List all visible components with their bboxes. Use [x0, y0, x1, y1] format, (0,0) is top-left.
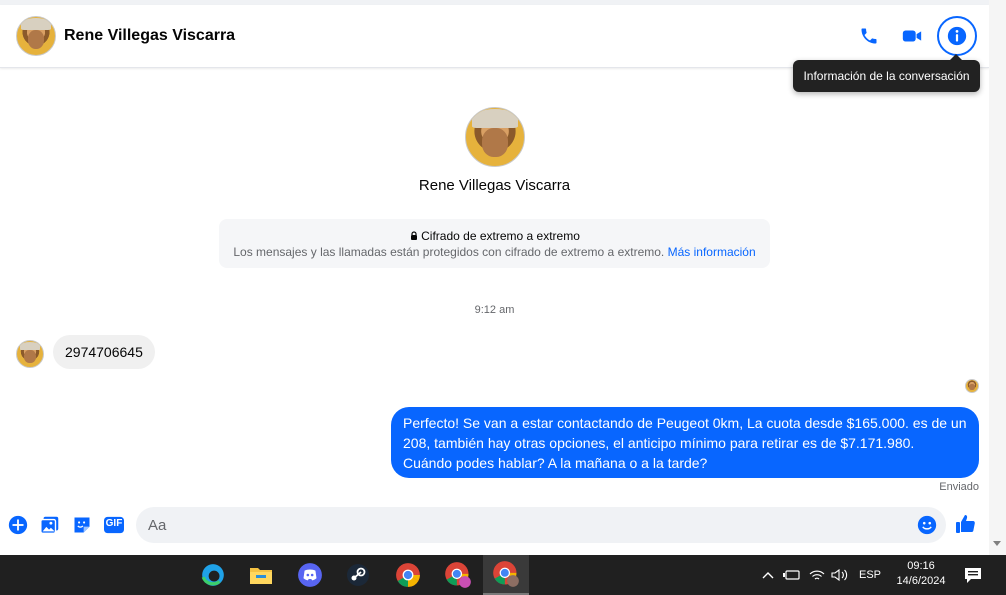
emoji-button[interactable] [915, 513, 939, 537]
file-explorer-icon [250, 568, 272, 584]
sticker-icon [74, 517, 90, 533]
steam-icon [347, 564, 369, 586]
taskbar-chrome[interactable] [385, 555, 431, 595]
clock-date: 14/6/2024 [896, 575, 946, 587]
clock-time: 09:16 [907, 560, 935, 572]
taskbar-file-explorer[interactable] [238, 555, 284, 595]
plus-circle-icon [8, 515, 28, 535]
send-like-button[interactable] [954, 512, 978, 536]
chevron-up-icon [762, 572, 774, 579]
scrollbar[interactable] [989, 0, 1006, 555]
message-input[interactable] [136, 507, 946, 543]
edge-icon [201, 564, 224, 586]
taskbar-chrome-profile-active[interactable] [483, 555, 529, 595]
notification-icon [965, 568, 981, 583]
conversation-header: Rene Villegas Viscarra [0, 5, 989, 68]
windows-taskbar: ESP 09:16 14/6/2024 [0, 555, 1006, 595]
video-call-button[interactable] [892, 16, 932, 56]
chrome-profile-icon [445, 562, 471, 588]
input-language[interactable]: ESP [856, 567, 884, 583]
taskbar-chrome-profile[interactable] [435, 555, 481, 595]
speaker-icon [831, 568, 848, 582]
phone-icon [861, 28, 877, 44]
show-hidden-icons-button[interactable] [760, 567, 776, 583]
wifi-icon [809, 570, 825, 580]
taskbar-discord[interactable] [287, 555, 333, 595]
conversation-info-button[interactable] [937, 16, 977, 56]
lock-icon [411, 231, 418, 240]
incoming-message[interactable]: 2974706645 [53, 335, 155, 369]
battery-icon [783, 570, 800, 580]
gif-label: GIF [105, 518, 123, 529]
system-clock[interactable]: 09:16 14/6/2024 [890, 559, 952, 589]
encryption-description: Los mensajes y las llamadas están proteg… [219, 245, 770, 259]
network-status[interactable] [808, 567, 826, 583]
photo-icon [40, 516, 59, 534]
scroll-down-arrow[interactable] [993, 541, 1001, 546]
seen-indicator-avatar [965, 379, 979, 393]
encryption-title-text: Cifrado de extremo a extremo [421, 229, 580, 243]
battery-status[interactable] [783, 567, 801, 583]
chrome-icon [396, 563, 420, 587]
message-status: Enviado [939, 481, 979, 493]
thumbs-up-icon [956, 515, 975, 533]
profile-avatar[interactable] [465, 107, 525, 167]
notifications-button[interactable] [962, 565, 984, 585]
encryption-notice: Cifrado de extremo a extremo Los mensaje… [219, 219, 770, 268]
voice-call-button[interactable] [849, 16, 889, 56]
encryption-title: Cifrado de extremo a extremo [219, 229, 770, 243]
sticker-button[interactable] [70, 513, 94, 537]
attach-photo-button[interactable] [38, 513, 62, 537]
video-camera-icon [902, 30, 922, 42]
info-icon [947, 26, 967, 46]
volume-control[interactable] [831, 567, 849, 583]
taskbar-edge[interactable] [190, 555, 236, 595]
outgoing-message[interactable]: Perfecto! Se van a estar contactando de … [391, 407, 979, 478]
gif-button[interactable]: GIF [102, 513, 126, 537]
message-timestamp: 9:12 am [474, 304, 515, 316]
message-composer: GIF [0, 505, 989, 545]
more-actions-button[interactable] [6, 513, 30, 537]
taskbar-steam[interactable] [335, 555, 381, 595]
messenger-window: Rene Villegas Viscarra Información de la… [0, 0, 1006, 555]
contact-name[interactable]: Rene Villegas Viscarra [64, 27, 235, 45]
encryption-description-text: Los mensajes y las llamadas están proteg… [233, 245, 665, 259]
more-info-link[interactable]: Más información [668, 245, 756, 259]
discord-icon [298, 563, 322, 587]
emoji-icon [917, 515, 937, 535]
contact-avatar[interactable] [16, 16, 56, 56]
incoming-avatar[interactable] [16, 340, 44, 368]
info-tooltip: Información de la conversación [793, 54, 980, 92]
profile-name: Rene Villegas Viscarra [418, 177, 571, 194]
chrome-profile-active-icon [493, 561, 519, 587]
